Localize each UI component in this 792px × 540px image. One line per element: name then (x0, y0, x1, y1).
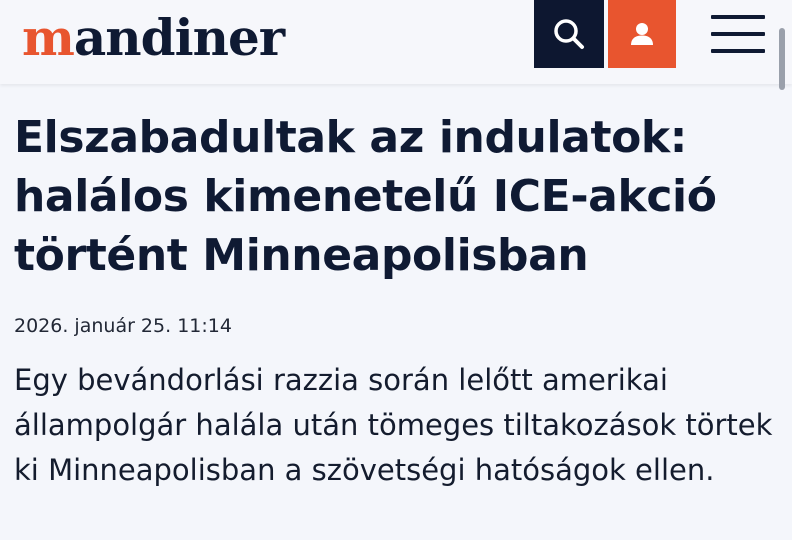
search-button[interactable] (534, 0, 604, 68)
article-content: Elszabadultak az indulatok: halálos kime… (14, 108, 774, 285)
site-logo[interactable]: mandiner (22, 8, 285, 68)
article-title: Elszabadultak az indulatok: halálos kime… (14, 112, 717, 281)
article-date: 2026. január 25. 11:14 (14, 315, 232, 337)
hamburger-menu-button[interactable] (706, 6, 770, 62)
site-header: mandiner (0, 0, 792, 84)
scrollbar-thumb[interactable] (779, 28, 785, 90)
hamburger-menu-icon-bar (711, 32, 765, 36)
hamburger-menu-icon-bar (711, 15, 765, 19)
search-icon (554, 19, 584, 49)
user-icon (631, 23, 653, 45)
logo-first-letter: m (22, 8, 75, 67)
logo-text: andiner (73, 8, 285, 67)
user-account-button[interactable] (608, 0, 676, 68)
hamburger-menu-icon-bar (711, 49, 765, 53)
article-lead: Egy bevándorlási razzia során lelőtt ame… (14, 363, 773, 487)
